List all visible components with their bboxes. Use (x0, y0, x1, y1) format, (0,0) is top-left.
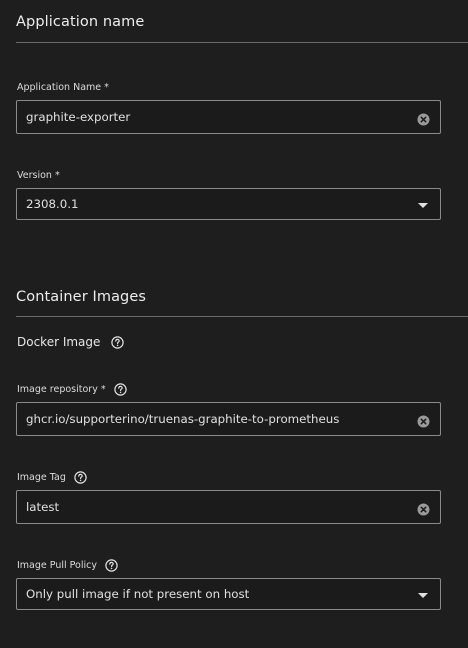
image-tag-input[interactable]: latest (16, 490, 441, 524)
required-mark: * (100, 384, 106, 395)
app-name-label-text: Application Name (17, 82, 102, 93)
chevron-down-icon[interactable] (418, 593, 428, 598)
section-divider (16, 316, 468, 317)
image-repository-input[interactable]: ghcr.io/supporterino/truenas-graphite-to… (16, 402, 441, 436)
help-icon[interactable] (111, 335, 125, 349)
required-mark: * (54, 170, 60, 181)
help-icon[interactable] (105, 559, 118, 572)
chevron-down-icon[interactable] (418, 203, 428, 208)
image-tag-label: Image Tag (17, 471, 87, 484)
clear-icon[interactable] (417, 111, 430, 126)
app-name-input[interactable]: graphite-exporter (16, 100, 441, 134)
app-name-label: Application Name * (17, 82, 109, 93)
version-label-text: Version (17, 170, 52, 181)
app-name-value: graphite-exporter (26, 110, 131, 124)
docker-image-heading-text: Docker Image (17, 335, 101, 349)
docker-image-heading: Docker Image (17, 335, 125, 349)
image-repository-label: Image repository * (17, 383, 127, 396)
image-pull-policy-label-text: Image Pull Policy (17, 560, 97, 571)
image-tag-label-text: Image Tag (17, 472, 66, 483)
required-mark: * (104, 82, 109, 93)
section-divider (16, 42, 468, 43)
clear-icon[interactable] (417, 413, 430, 428)
help-icon[interactable] (74, 471, 87, 484)
image-pull-policy-label: Image Pull Policy (17, 559, 118, 572)
image-pull-policy-select[interactable]: Only pull image if not present on host (16, 578, 441, 610)
version-select[interactable]: 2308.0.1 (16, 188, 441, 220)
image-repository-label-text: Image repository (17, 384, 98, 395)
clear-icon[interactable] (417, 501, 430, 516)
app-form-page: Application name Application Name * grap… (0, 0, 468, 648)
image-tag-value: latest (26, 500, 60, 514)
image-pull-policy-value: Only pull image if not present on host (26, 587, 250, 601)
section-title-container-images: Container Images (16, 289, 147, 305)
version-value: 2308.0.1 (26, 197, 79, 211)
version-label: Version * (17, 170, 60, 181)
help-icon[interactable] (113, 383, 127, 396)
section-title-application: Application name (16, 14, 145, 30)
image-repository-value: ghcr.io/supporterino/truenas-graphite-to… (26, 412, 340, 426)
